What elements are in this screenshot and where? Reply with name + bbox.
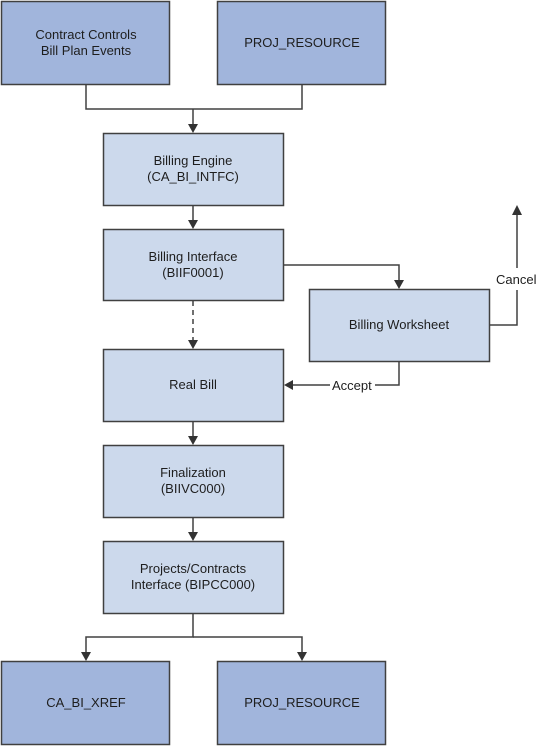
node-billing-interface: Billing Interface (BIIF0001)	[102, 228, 285, 302]
node-billing-engine: Billing Engine (CA_BI_INTFC)	[102, 132, 285, 207]
node-proj-resource-top: PROJ_RESOURCE	[216, 0, 387, 86]
arrowhead-pc-interface	[188, 532, 198, 541]
connector-contract-controls-to-merge	[85, 85, 193, 110]
node-label-line: PROJ_RESOURCE	[244, 695, 360, 710]
arrowhead-real-bill	[188, 340, 198, 349]
connector-pc-interface-split	[85, 613, 194, 652]
connector-proj-resource-to-merge	[193, 85, 303, 110]
node-proj-resource-bottom: PROJ_RESOURCE	[216, 660, 387, 746]
arrowhead-billing-worksheet	[394, 280, 404, 289]
node-label-line: Real Bill	[169, 377, 217, 392]
node-ca-bi-xref: CA_BI_XREF	[0, 660, 171, 746]
node-label-line: Contract Controls	[35, 27, 137, 42]
node-label-line: (BIIF0001)	[162, 265, 223, 280]
edge-label-accept: Accept	[332, 378, 372, 393]
node-label-line: Projects/Contracts	[140, 561, 247, 576]
node-projects-contracts-interface: Projects/Contracts Interface (BIPCC000)	[102, 540, 285, 615]
arrowhead-billing-engine	[188, 124, 198, 133]
node-real-bill: Real Bill	[102, 348, 285, 423]
arrowhead-cancel	[512, 205, 522, 215]
node-finalization: Finalization (BIIVC000)	[102, 444, 285, 519]
arrowhead-finalization	[188, 436, 198, 445]
arrowhead-ca-bi-xref	[81, 652, 91, 661]
connector-split-right	[193, 636, 303, 652]
connector-worksheet-cancel	[489, 290, 518, 326]
node-label-line: Billing Interface	[149, 249, 238, 264]
node-label-line: (CA_BI_INTFC)	[147, 169, 239, 184]
node-contract-controls: Contract Controls Bill Plan Events	[0, 0, 171, 86]
arrowhead-accept	[284, 380, 293, 390]
edge-label-cancel: Cancel	[496, 272, 537, 287]
billing-flow-diagram: Accept Cancel Contract Controls Bill Pla…	[0, 0, 537, 746]
node-label-line: Billing Engine	[154, 153, 233, 168]
node-label-line: CA_BI_XREF	[46, 695, 126, 710]
node-label-line: Interface (BIPCC000)	[131, 577, 255, 592]
node-label-line: Bill Plan Events	[41, 43, 132, 58]
arrowhead-billing-interface	[188, 220, 198, 229]
node-billing-worksheet: Billing Worksheet	[308, 288, 491, 363]
connector-worksheet-accept-right	[375, 361, 400, 386]
node-label-line: PROJ_RESOURCE	[244, 35, 360, 50]
node-label-line: Billing Worksheet	[349, 317, 450, 332]
node-label-line: Finalization	[160, 465, 226, 480]
node-label-line: (BIIVC000)	[161, 481, 225, 496]
connector-interface-to-worksheet	[283, 264, 400, 280]
arrowhead-proj-resource-bottom	[297, 652, 307, 661]
